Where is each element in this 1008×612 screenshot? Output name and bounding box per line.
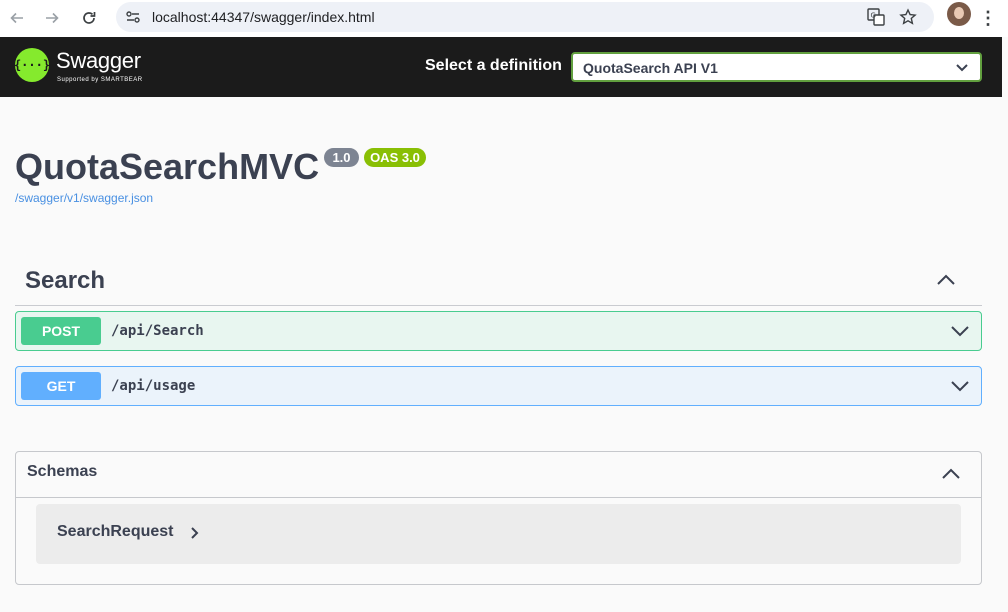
swagger-logo[interactable]: {···} Swagger Supported by SMARTBEAR xyxy=(13,47,175,87)
chevron-up-icon[interactable] xyxy=(940,463,962,485)
menu-dots-icon[interactable]: ⋮ xyxy=(979,4,997,32)
chevron-down-icon[interactable] xyxy=(949,320,971,342)
logo-glyph: {···} xyxy=(13,58,51,72)
site-info-icon[interactable] xyxy=(122,6,144,28)
api-title: QuotaSearchMVC xyxy=(15,146,320,187)
chevron-up-icon[interactable] xyxy=(935,269,957,291)
tag-section-header[interactable]: Search xyxy=(15,257,982,306)
chevron-right-icon[interactable] xyxy=(188,525,202,541)
schemas-title[interactable]: Schemas xyxy=(27,463,97,481)
browser-toolbar: localhost:44347/swagger/index.html G ⋮ xyxy=(0,0,1008,37)
swagger-topbar: {···} Swagger Supported by SMARTBEAR Sel… xyxy=(0,37,1002,97)
method-badge: POST xyxy=(21,317,101,345)
model-name[interactable]: SearchRequest xyxy=(57,523,174,541)
tag-name[interactable]: Search xyxy=(25,267,105,295)
model-container[interactable]: SearchRequest xyxy=(36,504,961,564)
oas-badge: OAS 3.0 xyxy=(364,148,426,167)
operation-get-usage[interactable]: GET /api/usage xyxy=(15,366,982,406)
back-arrow-icon[interactable] xyxy=(3,4,31,32)
chevron-down-icon[interactable] xyxy=(949,375,971,397)
reload-icon[interactable] xyxy=(75,4,103,32)
operation-post-search[interactable]: POST /api/Search xyxy=(15,311,982,351)
logo-subtitle: Supported by SMARTBEAR xyxy=(57,77,143,83)
select-definition-label: Select a definition xyxy=(425,57,562,74)
definition-select[interactable]: QuotaSearch API V1 xyxy=(571,52,982,82)
url-text[interactable]: localhost:44347/swagger/index.html xyxy=(152,9,375,25)
operation-path[interactable]: /api/usage xyxy=(111,378,195,394)
version-badge: 1.0 xyxy=(324,148,359,167)
profile-avatar[interactable] xyxy=(947,2,971,26)
address-bar[interactable]: localhost:44347/swagger/index.html G xyxy=(116,2,934,32)
translate-icon[interactable]: G xyxy=(864,5,888,29)
forward-arrow-icon[interactable] xyxy=(38,4,66,32)
schemas-section: Schemas SearchRequest xyxy=(15,451,982,585)
method-badge: GET xyxy=(21,372,101,400)
schemas-header[interactable]: Schemas xyxy=(16,452,981,498)
svg-text:G: G xyxy=(871,12,876,20)
chevron-down-icon[interactable] xyxy=(954,58,970,76)
bookmark-star-icon[interactable] xyxy=(896,5,920,29)
logo-name: Swagger xyxy=(56,48,141,73)
swagger-logo-icon: {···} xyxy=(13,48,51,82)
operation-path[interactable]: /api/Search xyxy=(111,323,204,339)
definition-select-value[interactable]: QuotaSearch API V1 xyxy=(583,60,718,76)
spec-json-link[interactable]: /swagger/v1/swagger.json xyxy=(15,191,153,205)
